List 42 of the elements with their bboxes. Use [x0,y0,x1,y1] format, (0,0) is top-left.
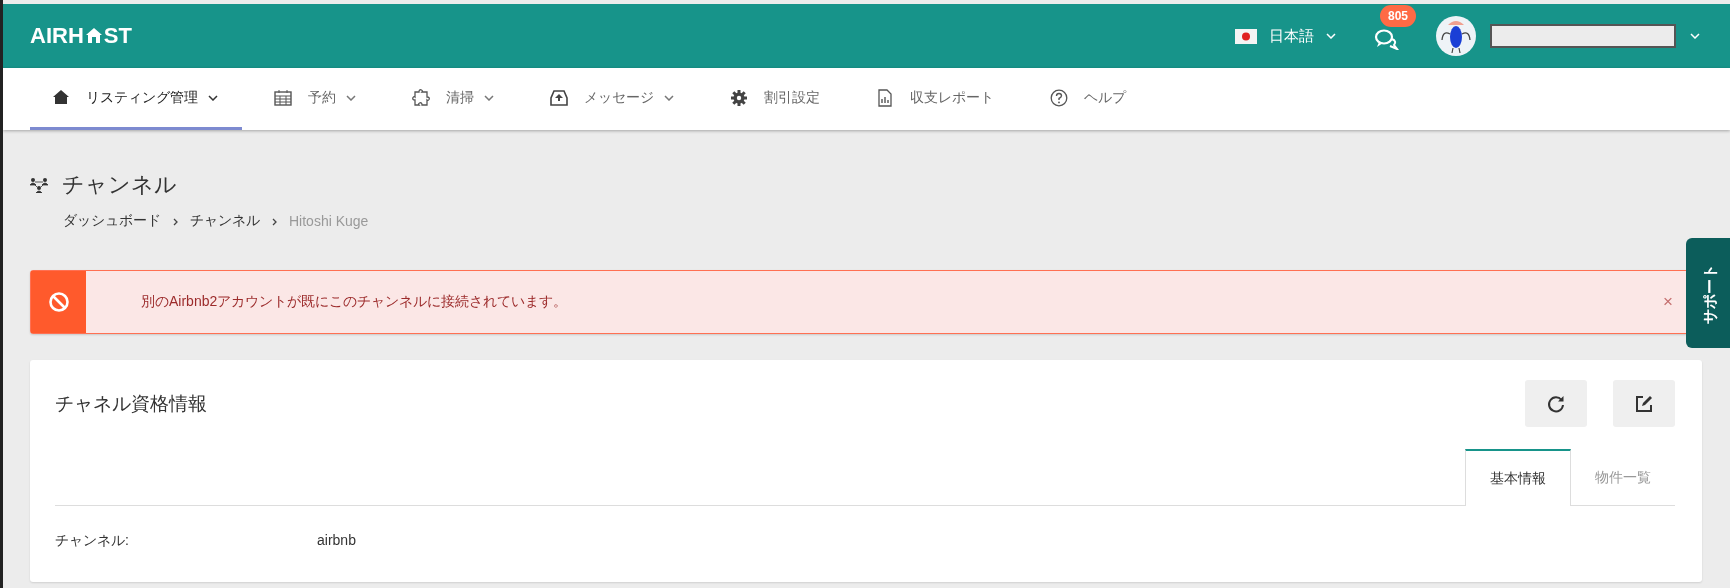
logo-text: AIRH [30,23,84,49]
nav-item[interactable]: 予約 [252,68,380,130]
avatar-icon [1436,16,1476,56]
edit-icon [1634,393,1654,414]
refresh-icon [1546,393,1566,414]
refresh-button[interactable] [1525,380,1587,427]
field-value: airbnb [317,532,356,550]
support-tab[interactable]: サポート [1686,238,1730,348]
people-network-icon [30,177,48,193]
home-icon [52,88,70,107]
breadcrumb-link[interactable]: チャンネル [190,212,260,230]
nav-item[interactable]: メッセージ [528,68,698,130]
nav-item[interactable]: 割引設定 [708,68,844,130]
nav-item[interactable]: 収支レポート [854,68,1018,130]
chat-bubbles-icon [1374,28,1400,50]
breadcrumb-current: Hitoshi Kuge [289,213,369,229]
house-icon [84,26,103,44]
inbox-icon [550,88,568,107]
edit-button[interactable] [1613,380,1675,427]
notification-badge: 805 [1380,5,1417,27]
nav-item[interactable]: ヘルプ [1028,68,1150,130]
puzzle-icon [412,88,430,107]
chevron-right-icon [173,218,178,226]
language-selector[interactable]: 日本語 [1235,26,1336,46]
help-icon [1050,88,1068,107]
logo-text: ST [103,23,132,49]
nav-item[interactable]: 清掃 [390,68,518,130]
chevron-right-icon [272,218,277,226]
page-title: チャンネル [62,171,177,199]
settings-icon [730,88,748,107]
breadcrumb-link[interactable]: ダッシュボード [63,212,161,230]
field-label: チャンネル: [55,532,130,550]
report-icon [876,88,894,107]
card-title: チャネル資格情報 [55,391,207,416]
japan-flag-icon [1235,28,1257,44]
calendar-icon [274,88,292,107]
alert-message: 別のAirbnb2アカウントが既にこのチャンネルに接続されています。 [141,293,569,311]
close-button[interactable]: × [1663,292,1673,312]
tab[interactable]: 基本情報 [1465,449,1571,506]
prohibited-icon [47,291,70,313]
nav-item[interactable]: リスティング管理 [30,68,242,130]
messages-button[interactable] [1374,28,1400,50]
